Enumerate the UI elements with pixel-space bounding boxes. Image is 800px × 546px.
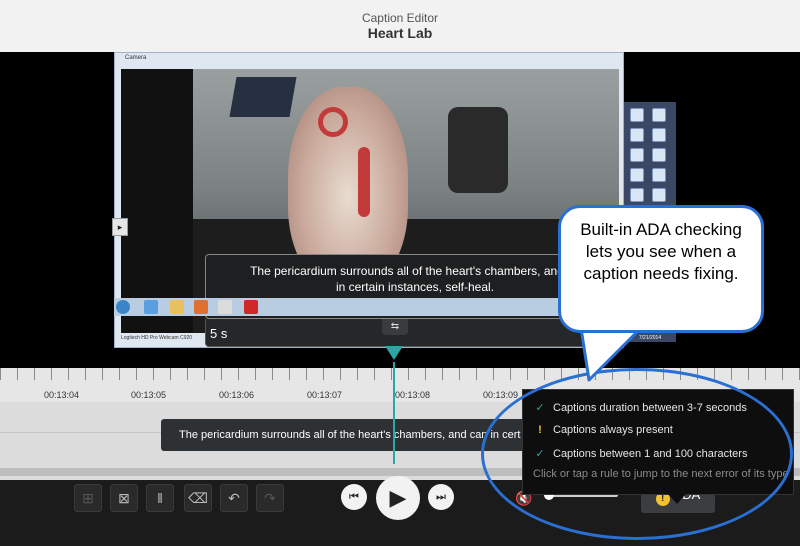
heart-vessel — [358, 147, 370, 217]
app-icon — [218, 300, 232, 314]
tool-icon[interactable] — [630, 108, 644, 122]
swap-icon[interactable]: ⇆ — [382, 319, 408, 335]
warning-icon: ! — [538, 424, 542, 436]
timeline-label: 00:13:09 — [483, 390, 519, 400]
tool-icon[interactable] — [652, 148, 666, 162]
check-icon: ✓ — [535, 448, 545, 460]
callout-line: lets you see when a — [585, 242, 737, 261]
tool-row — [628, 168, 672, 186]
caption-pointer — [385, 346, 403, 360]
ada-rule-length[interactable]: ✓ Captions between 1 and 100 characters — [533, 447, 747, 460]
start-icon — [116, 300, 130, 314]
tool-row — [628, 188, 672, 206]
laptop-shape — [229, 77, 297, 117]
tool-row — [628, 148, 672, 166]
tool-icon[interactable] — [652, 128, 666, 142]
callout-line: Built-in ADA checking — [580, 220, 742, 239]
ada-hint: Click or tap a rule to jump to the next … — [533, 468, 789, 480]
media-icon — [194, 300, 208, 314]
browser-icon — [144, 300, 158, 314]
record-icon — [244, 300, 258, 314]
timeline-label: 00:13:06 — [219, 390, 255, 400]
timeline-label: 00:13:05 — [131, 390, 167, 400]
ada-rules-popup: ✓ Captions duration between 3-7 seconds !… — [522, 389, 794, 504]
split-caption-icon[interactable]: ‖ — [146, 484, 174, 512]
delete-caption-icon[interactable]: ⊠ — [110, 484, 138, 512]
heart-vessel — [318, 107, 348, 137]
tool-icon[interactable] — [630, 168, 644, 182]
tool-icon[interactable] — [630, 148, 644, 162]
app-header: Caption Editor Heart Lab — [0, 0, 800, 52]
skip-forward-icon[interactable]: ⏭ — [428, 484, 454, 510]
callout-line: caption needs fixing. — [583, 264, 739, 283]
undo-icon[interactable]: ↶ — [220, 484, 248, 512]
ada-rule-text: Captions between 1 and 100 characters — [553, 448, 748, 460]
playhead[interactable] — [393, 362, 395, 464]
tool-row — [628, 128, 672, 146]
callout-bubble: Built-in ADA checking lets you see when … — [558, 205, 764, 333]
ada-rule-presence[interactable]: ! Captions always present — [533, 424, 673, 436]
camera-window-title: Camera — [125, 55, 147, 61]
project-title: Heart Lab — [367, 25, 433, 41]
tool-icon[interactable] — [652, 108, 666, 122]
tool-icon[interactable] — [630, 188, 644, 202]
ada-rule-text: Captions duration between 3-7 seconds — [553, 402, 747, 414]
timeline-label: 00:13:08 — [395, 390, 431, 400]
tool-row — [628, 108, 672, 126]
ada-rule-text: Captions always present — [553, 424, 673, 436]
timeline-label: 00:13:04 — [44, 390, 80, 400]
camera-status: Logitech HD Pro Webcam C920 — [121, 335, 193, 341]
popup-tail — [668, 494, 686, 504]
expand-left-button[interactable]: ▸ — [112, 218, 128, 236]
header-subtitle: Caption Editor — [361, 11, 439, 25]
skip-back-icon[interactable]: ⏮ — [341, 484, 367, 510]
tool-icon[interactable] — [652, 168, 666, 182]
chair-shape — [448, 107, 508, 193]
tool-icon[interactable] — [652, 188, 666, 202]
folder-icon — [170, 300, 184, 314]
add-caption-icon[interactable]: ⊞ — [74, 484, 102, 512]
timeline-ticks — [0, 368, 800, 380]
caption-duration[interactable]: 5 s — [210, 326, 227, 341]
redo-icon[interactable]: ↷ — [256, 484, 284, 512]
trash-icon[interactable]: ⌫ — [184, 484, 212, 512]
timeline-label: 00:13:07 — [307, 390, 343, 400]
ada-rule-duration[interactable]: ✓ Captions duration between 3-7 seconds — [533, 401, 747, 414]
play-button[interactable]: ▶ — [376, 476, 420, 520]
check-icon: ✓ — [535, 402, 545, 414]
caption-clip[interactable]: The pericardium surrounds all of the hea… — [161, 419, 541, 451]
tool-icon[interactable] — [630, 128, 644, 142]
